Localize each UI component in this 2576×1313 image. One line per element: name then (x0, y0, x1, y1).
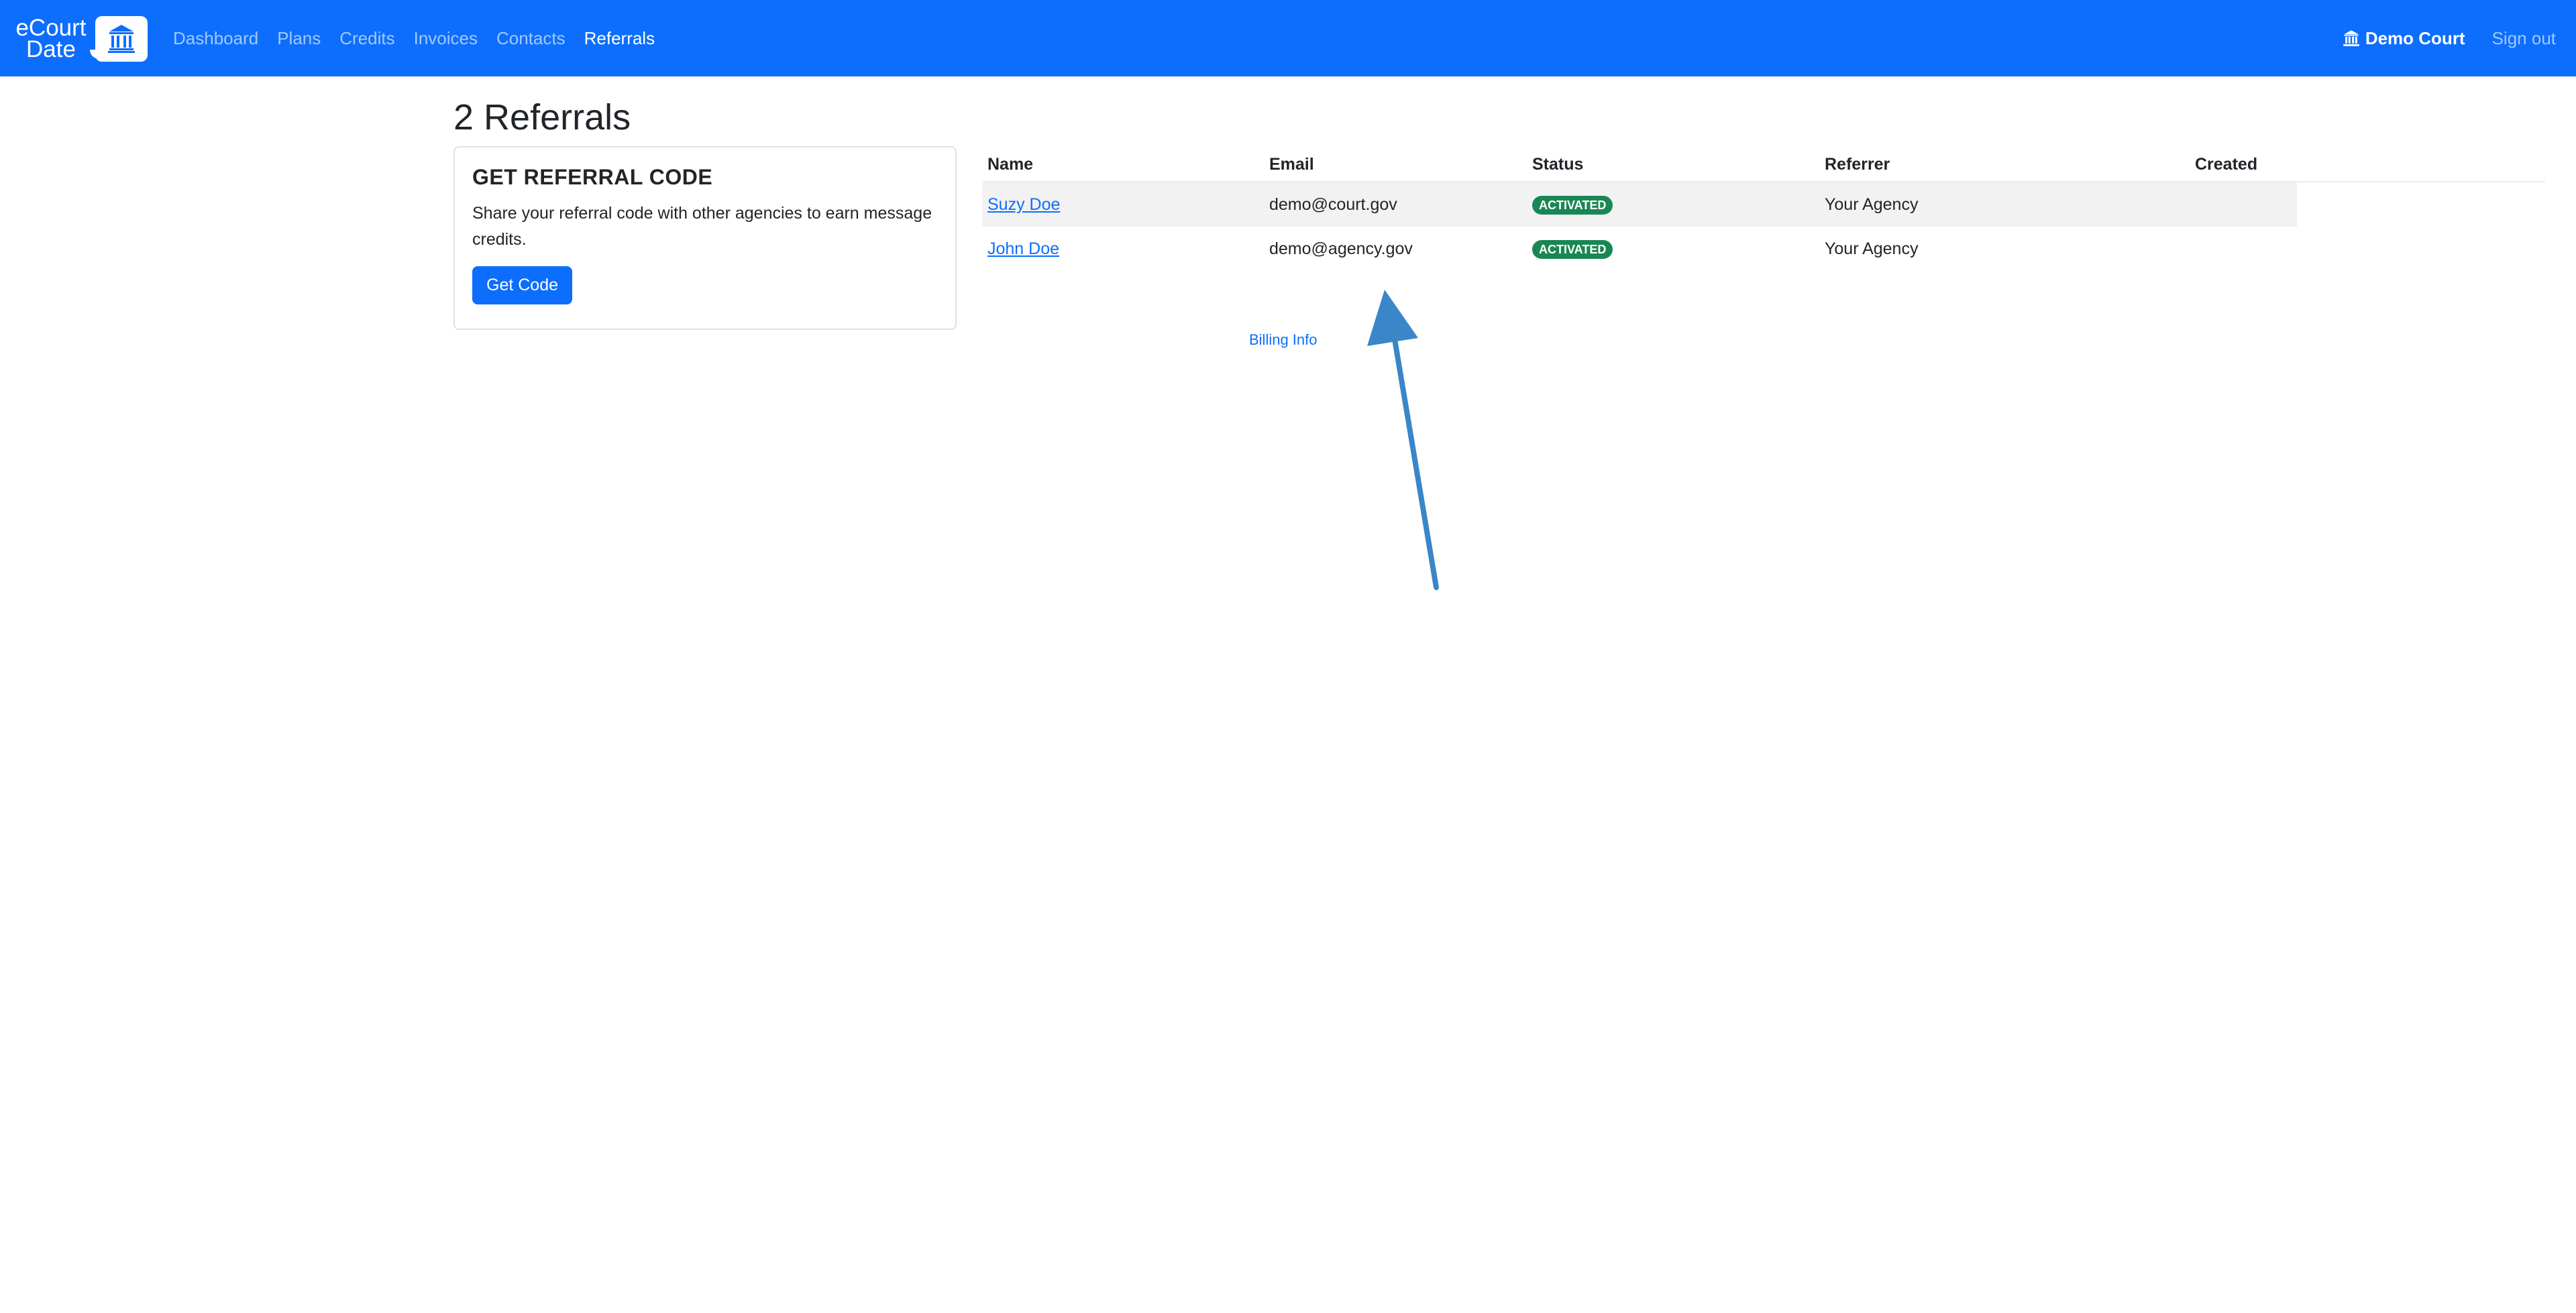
billing-info-link[interactable]: Billing Info (1249, 331, 1318, 349)
courthouse-icon (90, 16, 148, 62)
referral-name-link[interactable]: John Doe (987, 239, 1059, 258)
column-header-email[interactable]: Email (1269, 148, 1314, 181)
nav-invoices[interactable]: Invoices (414, 28, 478, 49)
email-cell: demo@court.gov (1269, 195, 1397, 214)
column-header-referrer[interactable]: Referrer (1825, 148, 1890, 181)
nav-credits[interactable]: Credits (339, 28, 394, 49)
referrals-table: Name Email Status Referrer Created Suzy … (982, 148, 2545, 271)
status-badge: ACTIVATED (1532, 240, 1613, 260)
referral-name-link[interactable]: Suzy Doe (987, 195, 1060, 214)
status-cell: ACTIVATED (1532, 227, 1613, 271)
annotation-arrow-icon (1367, 290, 1439, 590)
brand-wordmark: eCourt Date (9, 16, 93, 62)
brand-logo-link[interactable]: eCourt Date (9, 16, 148, 62)
email-cell: demo@agency.gov (1269, 239, 1413, 258)
name-cell: John Doe (987, 227, 1059, 271)
column-header-created[interactable]: Created (2195, 148, 2257, 181)
referrer-cell: Your Agency (1825, 195, 1919, 214)
nav-links: Dashboard Plans Credits Invoices Contact… (173, 0, 674, 76)
column-header-status[interactable]: Status (1532, 148, 1583, 181)
nav-contacts[interactable]: Contacts (496, 28, 566, 49)
brand-line-2: Date (26, 36, 76, 62)
nav-dashboard[interactable]: Dashboard (173, 28, 258, 49)
nav-right: Demo Court Sign out (2343, 0, 2556, 76)
status-cell: ACTIVATED (1532, 182, 1613, 227)
name-cell: Suzy Doe (987, 182, 1060, 227)
sign-out-link[interactable]: Sign out (2492, 28, 2556, 49)
column-header-name[interactable]: Name (987, 148, 1033, 181)
court-name-label: Demo Court (2365, 27, 2465, 48)
table-header: Name Email Status Referrer Created (982, 148, 2545, 182)
nav-plans[interactable]: Plans (277, 28, 321, 49)
page-title: 2 Referrals (453, 97, 631, 137)
card-text: Share your referral code with other agen… (472, 204, 932, 249)
table-row: John Doe demo@agency.gov ACTIVATED Your … (982, 227, 2297, 271)
get-code-button[interactable]: Get Code (472, 266, 573, 304)
referrer-cell: Your Agency (1825, 239, 1919, 258)
referral-code-card: GET REFERRAL CODE Share your referral co… (453, 146, 957, 330)
courthouse-icon (2343, 30, 2359, 46)
status-badge: ACTIVATED (1532, 196, 1613, 215)
nav-referrals[interactable]: Referrals (584, 28, 655, 49)
top-navbar: eCourt Date Dashboard Plans Credits Invo… (0, 0, 2576, 76)
card-title: GET REFERRAL CODE (472, 165, 713, 189)
table-row: Suzy Doe demo@court.gov ACTIVATED Your A… (982, 182, 2297, 227)
court-account-link[interactable]: Demo Court (2343, 28, 2465, 49)
